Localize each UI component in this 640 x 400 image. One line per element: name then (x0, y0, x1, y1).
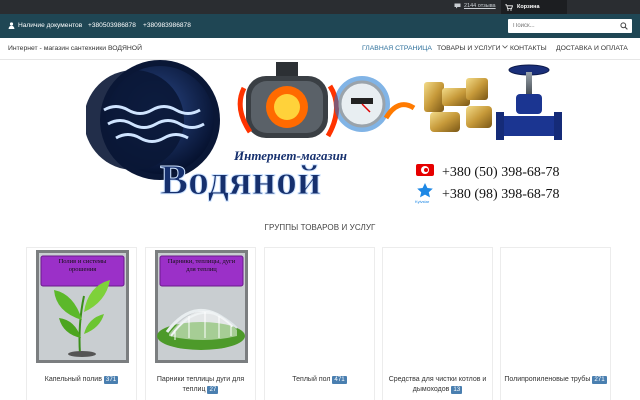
store-banner: Интернет-магазин Водяной +380 (50) 398-6… (86, 60, 562, 205)
chevron-down-icon (502, 45, 509, 49)
documents-link[interactable]: Наличие документов (8, 22, 82, 29)
section-title: ГРУППЫ ТОВАРОВ И УСЛУГ (264, 223, 376, 232)
water-meter-image (334, 76, 416, 132)
search-box (508, 19, 632, 33)
cart-button[interactable]: Корзина (501, 0, 567, 14)
valve-image (496, 64, 562, 140)
chat-icon (454, 3, 461, 9)
nav-products[interactable]: ТОВАРЫ И УСЛУГИ (437, 45, 509, 52)
phone-link-2[interactable]: +380983986878 (143, 22, 191, 29)
nav-products-label: ТОВАРЫ И УСЛУГИ (437, 45, 501, 52)
kyivstar-label: Kyivstar (415, 199, 430, 204)
category-label: Средства для чистки котлов и дымоходов (388, 376, 487, 393)
nav-delivery[interactable]: ДОСТАВКА И ОПЛАТА (556, 45, 628, 52)
shop-name: Интернет - магазин сантехники ВОДЯНОЙ (8, 45, 142, 52)
search-icon[interactable] (620, 22, 628, 30)
reviews-label: 2144 отзыва (464, 3, 496, 9)
greenhouse-image: Парники, теплицы, дуги для теплиц (155, 250, 248, 363)
reviews-link[interactable]: 2144 отзыва (454, 3, 496, 9)
category-card-warm-floor[interactable]: Теплый пол 471 (264, 247, 375, 400)
kyivstar-icon: Kyivstar (415, 183, 433, 204)
count-badge: 271 (592, 376, 607, 384)
banner-phone-2: +380 (98) 398-68-78 (442, 187, 560, 202)
count-badge: 13 (451, 386, 463, 394)
category-caption: Теплый пол 471 (268, 375, 371, 385)
category-label: Полипропиленовые трубы (504, 376, 591, 383)
boiler-image (237, 62, 339, 138)
count-badge: 471 (332, 376, 347, 384)
vodafone-icon (416, 164, 434, 176)
count-badge: 371 (103, 376, 119, 384)
documents-label: Наличие документов (18, 22, 83, 29)
nav-home[interactable]: ГЛАВНАЯ СТРАНИЦА (362, 45, 432, 52)
category-caption: Полипропиленовые трубы 271 (504, 375, 607, 385)
info-bar: Наличие документов +380503986878 +380983… (0, 14, 640, 38)
category-label: Парники теплицы дуги для теплиц (156, 376, 245, 393)
phone-link-1[interactable]: +380503986878 (88, 22, 136, 29)
count-badge: 27 (207, 386, 219, 394)
banner-phone-1: +380 (50) 398-68-78 (442, 165, 560, 180)
category-card-drip-irrigation[interactable]: Полив и системы орошения Капельный полив… (26, 247, 137, 400)
category-caption: Капельный полив 371 (30, 375, 133, 385)
card-image-caption-2: Парники, теплицы, дуги для теплиц (167, 258, 236, 273)
card-image-caption-1: Полив и системы орошения (58, 258, 107, 273)
drip-irrigation-image: Полив и системы орошения (36, 250, 129, 363)
banner-brand: Водяной (160, 158, 321, 204)
brass-fittings-image (424, 78, 492, 132)
category-card-pp-pipes[interactable]: Полипропиленовые трубы 271 (500, 247, 611, 400)
category-caption: Средства для чистки котлов и дымоходов 1… (386, 375, 489, 395)
cart-icon (505, 3, 513, 11)
nav-bar: Интернет - магазин сантехники ВОДЯНОЙ ГЛ… (0, 38, 640, 60)
top-strip: 2144 отзыва Корзина (0, 0, 640, 14)
user-icon (8, 22, 15, 29)
category-card-boiler-cleaning[interactable]: Средства для чистки котлов и дымоходов 1… (382, 247, 493, 400)
category-caption: Парники теплицы дуги для теплиц 27 (149, 375, 252, 395)
nav-contacts[interactable]: КОНТАКТЫ (510, 45, 547, 52)
category-card-greenhouses[interactable]: Парники, теплицы, дуги для теплиц Парник… (145, 247, 256, 400)
category-label: Теплый пол (292, 376, 331, 383)
cart-label: Корзина (517, 4, 540, 10)
category-label: Капельный полив (44, 376, 102, 383)
search-input[interactable] (508, 19, 613, 33)
